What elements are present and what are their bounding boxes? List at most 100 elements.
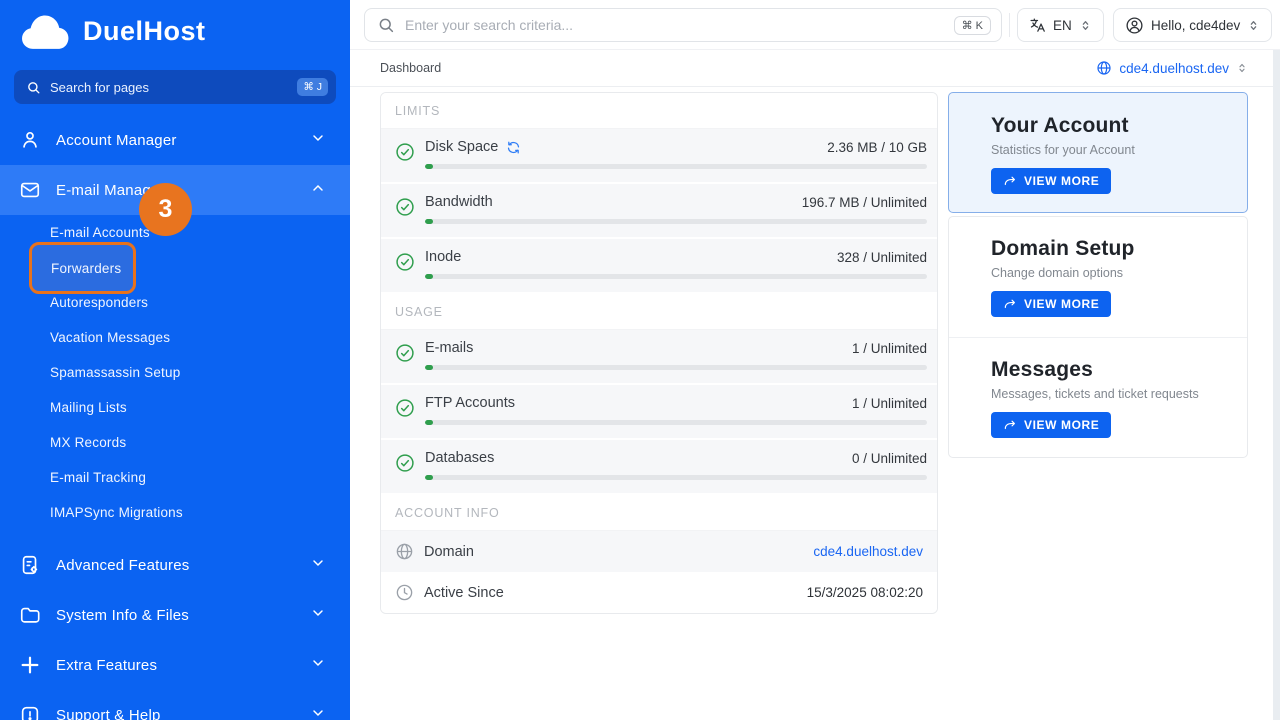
chevron-down-icon	[310, 655, 326, 676]
arrow-curve-icon	[1004, 299, 1015, 309]
limit-row-disk-space: Disk Space 2.36 MB / 10 GB	[381, 129, 937, 184]
brand-logo[interactable]: DuelHost	[0, 0, 350, 62]
translate-icon	[1030, 17, 1045, 32]
globe-icon	[1097, 61, 1112, 75]
language-label: EN	[1053, 17, 1072, 33]
chevron-down-icon	[310, 130, 326, 151]
card-title: Messages	[991, 358, 1093, 381]
check-circle-icon	[395, 142, 417, 170]
sidebar-item-extra-features[interactable]: Extra Features	[0, 640, 350, 690]
main-area: ⌘ K EN Hello, cde4dev Dashboard	[350, 0, 1280, 720]
divider	[1009, 13, 1010, 37]
breadcrumb-bar: Dashboard cde4.duelhost.dev	[350, 50, 1280, 87]
sidebar-subitem-mailing-lists[interactable]: Mailing Lists	[0, 390, 350, 425]
usage-label: E-mails	[425, 340, 474, 356]
usage-value: 1 / Unlimited	[851, 395, 927, 411]
info-value: 15/3/2025 08:02:20	[806, 585, 923, 600]
alert-icon	[18, 703, 42, 720]
breadcrumb: Dashboard	[380, 61, 442, 75]
search-icon	[28, 81, 40, 93]
chevron-down-icon	[310, 555, 326, 576]
limit-row-inode: Inode 328 / Unlimited	[381, 239, 937, 294]
envelope-icon	[18, 178, 42, 202]
progress-bar	[425, 274, 927, 279]
card-subtitle: Statistics for your Account	[991, 143, 1135, 157]
sidebar-subitem-imapsync-migrations[interactable]: IMAPSync Migrations	[0, 495, 350, 530]
arrow-curve-icon	[1004, 176, 1015, 186]
sidebar-subitem-spamassassin-setup[interactable]: Spamassassin Setup	[0, 355, 350, 390]
view-more-button[interactable]: VIEW MORE	[991, 291, 1112, 317]
section-title-limits: LIMITS	[381, 93, 937, 129]
chevron-up-icon	[310, 180, 326, 201]
refresh-icon[interactable]	[506, 140, 521, 155]
chevron-updown-icon	[1082, 20, 1089, 30]
sidebar-search[interactable]: ⌘ J	[14, 70, 336, 104]
view-more-button[interactable]: VIEW MORE	[991, 412, 1112, 438]
progress-bar	[425, 219, 927, 224]
progress-bar	[425, 365, 927, 370]
global-search-input[interactable]	[405, 17, 954, 33]
progress-bar	[425, 475, 927, 480]
shortcut-badge: ⌘ K	[953, 15, 991, 35]
view-more-button[interactable]: VIEW MORE	[991, 168, 1112, 194]
chevron-down-icon	[310, 705, 326, 720]
sidebar-item-label: Support & Help	[56, 706, 161, 720]
sidebar-search-input[interactable]	[50, 79, 298, 95]
sidebar-item-system-info-files[interactable]: System Info & Files	[0, 590, 350, 640]
check-circle-icon	[395, 453, 417, 481]
stats-panel: LIMITS Disk Space 2.36 MB / 10 GB Bandwi…	[380, 92, 938, 614]
user-menu[interactable]: Hello, cde4dev	[1113, 8, 1273, 42]
limit-value: 196.7 MB / Unlimited	[801, 194, 927, 210]
card-messages: Messages Messages, tickets and ticket re…	[949, 337, 1247, 457]
card-subtitle: Change domain options	[991, 266, 1124, 280]
usage-label: Databases	[425, 450, 495, 466]
user-greeting: Hello, cde4dev	[1151, 17, 1241, 33]
document-gear-icon	[18, 553, 42, 577]
usage-value: 0 / Unlimited	[851, 450, 927, 466]
sidebar-item-label: Extra Features	[56, 656, 158, 674]
card-subtitle: Messages, tickets and ticket requests	[991, 387, 1199, 401]
email-submenu: E-mail Accounts Forwarders Autoresponder…	[0, 215, 350, 530]
folder-icon	[18, 603, 42, 627]
step-badge: 3	[139, 183, 192, 236]
sidebar-item-advanced-features[interactable]: Advanced Features	[0, 540, 350, 590]
usage-row-databases: Databases 0 / Unlimited	[381, 440, 937, 495]
domain-selector[interactable]: cde4.duelhost.dev	[1096, 60, 1248, 76]
sidebar-item-account-manager[interactable]: Account Manager	[0, 115, 350, 165]
progress-bar	[425, 420, 927, 425]
limit-value: 2.36 MB / 10 GB	[827, 139, 927, 155]
sidebar-subitem-email-tracking[interactable]: E-mail Tracking	[0, 460, 350, 495]
topbar: ⌘ K EN Hello, cde4dev	[350, 0, 1280, 50]
language-selector[interactable]: EN	[1017, 8, 1104, 42]
shortcut-badge: ⌘ J	[297, 78, 328, 96]
view-more-label: VIEW MORE	[1024, 418, 1100, 432]
cloud-icon	[22, 15, 69, 49]
limit-row-bandwidth: Bandwidth 196.7 MB / Unlimited	[381, 184, 937, 239]
limit-label: Inode	[425, 249, 462, 265]
globe-icon	[396, 543, 413, 560]
card-title: Your Account	[991, 114, 1129, 137]
scrollbar[interactable]	[1273, 50, 1280, 720]
check-circle-icon	[395, 252, 417, 280]
info-row-domain: Domain cde4.duelhost.dev	[381, 531, 937, 572]
usage-row-emails: E-mails 1 / Unlimited	[381, 330, 937, 385]
card-domain-setup: Domain Setup Change domain options VIEW …	[949, 217, 1247, 337]
global-search[interactable]: ⌘ K	[364, 8, 1002, 42]
domain-link[interactable]: cde4.duelhost.dev	[813, 544, 923, 559]
usage-value: 1 / Unlimited	[851, 340, 927, 356]
sidebar-subitem-mx-records[interactable]: MX Records	[0, 425, 350, 460]
sidebar-subitem-forwarders[interactable]: Forwarders	[29, 242, 136, 294]
check-circle-icon	[395, 398, 417, 426]
clock-icon	[396, 584, 413, 601]
info-row-active-since: Active Since 15/3/2025 08:02:20	[381, 572, 937, 613]
user-icon	[18, 128, 42, 152]
view-more-label: VIEW MORE	[1024, 174, 1100, 188]
card-title: Domain Setup	[991, 237, 1135, 260]
chevron-updown-icon	[1239, 63, 1245, 73]
sidebar-item-support-help[interactable]: Support & Help	[0, 690, 350, 720]
content: LIMITS Disk Space 2.36 MB / 10 GB Bandwi…	[350, 87, 1280, 719]
plus-icon	[18, 653, 42, 677]
sidebar-subitem-vacation-messages[interactable]: Vacation Messages	[0, 320, 350, 355]
check-circle-icon	[395, 197, 417, 225]
usage-label: FTP Accounts	[425, 395, 515, 411]
